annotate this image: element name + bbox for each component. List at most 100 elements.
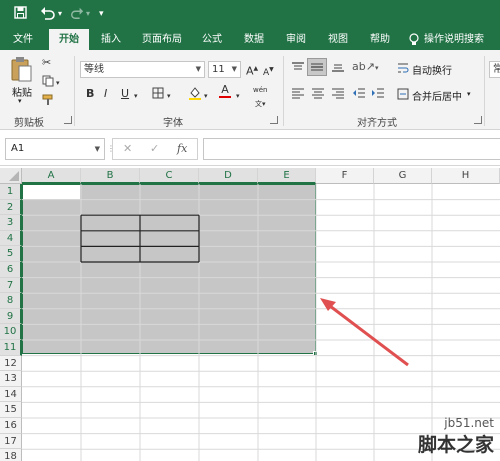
row-header-1[interactable]: 1 (0, 184, 22, 200)
font-name-select[interactable]: 等线 ▼ (80, 61, 205, 78)
row-header-2[interactable]: 2 (0, 199, 22, 216)
row-header-6[interactable]: 6 (0, 262, 22, 278)
row-header-5[interactable]: 5 (0, 246, 22, 262)
redo-icon[interactable] (70, 6, 84, 24)
orientation-icon[interactable]: ab↗▾ (352, 60, 378, 73)
tell-me-search[interactable]: 操作说明搜索 (424, 29, 500, 50)
phonetic-button[interactable]: wén 文▾ (253, 83, 267, 111)
row-header-14[interactable]: 14 (0, 386, 22, 403)
watermark-name: 脚本之家 (417, 434, 494, 456)
divider (283, 56, 284, 126)
alignment-launcher-icon[interactable] (474, 116, 482, 124)
font-color-dropdown-icon[interactable]: ▾ (236, 89, 240, 103)
copy-dropdown-icon[interactable]: ▾ (56, 76, 60, 90)
paste-icon[interactable] (10, 56, 32, 85)
cancel-icon[interactable]: ✕ (123, 142, 132, 155)
bold-button[interactable]: B (86, 87, 94, 101)
fill-color-icon[interactable] (188, 86, 202, 104)
row-header-15[interactable]: 15 (0, 402, 22, 418)
row-header-3[interactable]: 3 (0, 215, 22, 231)
format-painter-icon[interactable] (42, 94, 54, 110)
save-icon[interactable] (14, 6, 27, 23)
align-center-icon[interactable] (311, 87, 325, 102)
chevron-down-icon: ▼ (195, 65, 201, 73)
row-header-8[interactable]: 8 (0, 293, 22, 309)
tab-help[interactable]: 帮助 (363, 29, 397, 50)
fill-handle[interactable] (313, 351, 318, 356)
column-header-b[interactable]: B (81, 168, 140, 184)
increase-font-size-button[interactable]: A▲ (246, 62, 258, 79)
clipboard-launcher-icon[interactable] (64, 116, 72, 124)
tab-review[interactable]: 审阅 (279, 29, 313, 50)
column-header-h[interactable]: H (432, 168, 500, 184)
borders-dropdown-icon[interactable]: ▾ (167, 89, 171, 103)
wrap-text-button[interactable]: 自动换行 (412, 62, 452, 77)
phonetic-label: wén (253, 86, 268, 94)
borders-icon[interactable] (152, 87, 164, 103)
enter-icon[interactable]: ✓ (150, 142, 159, 155)
top-align-icon[interactable] (291, 61, 305, 76)
selection-range[interactable] (22, 184, 316, 354)
merge-center-button[interactable]: 合并后居中 (412, 88, 462, 103)
number-format-select[interactable]: 常 (489, 61, 500, 78)
increase-indent-icon[interactable] (371, 87, 385, 102)
watermark: jb51.net 脚本之家 (418, 416, 494, 457)
middle-align-icon[interactable] (307, 58, 327, 76)
row-header-7[interactable]: 7 (0, 277, 22, 294)
column-header-a[interactable]: A (22, 168, 81, 184)
row-header-17[interactable]: 17 (0, 433, 22, 450)
underline-dropdown-icon[interactable]: ▾ (134, 89, 138, 103)
tab-page-layout[interactable]: 页面布局 (136, 29, 188, 50)
row-header-16[interactable]: 16 (0, 418, 22, 434)
name-box[interactable]: A1 ▼ (5, 138, 105, 160)
font-size-select[interactable]: 11 ▼ (208, 61, 241, 78)
row-header-13[interactable]: 13 (0, 371, 22, 387)
align-right-icon[interactable] (331, 87, 345, 102)
undo-dropdown-icon[interactable]: ▾ (58, 6, 62, 22)
paste-label[interactable]: 粘贴 (12, 84, 32, 99)
active-cell[interactable] (23, 185, 80, 199)
row-header-12[interactable]: 12 (0, 355, 22, 372)
tab-view[interactable]: 视图 (321, 29, 355, 50)
decrease-indent-icon[interactable] (352, 87, 366, 102)
undo-icon[interactable] (40, 6, 56, 24)
row-header-18[interactable]: 18 (0, 449, 22, 461)
row-header-10[interactable]: 10 (0, 324, 22, 340)
font-group-label: 字体 (163, 118, 183, 129)
formula-input[interactable] (203, 138, 500, 160)
bottom-align-icon[interactable] (331, 61, 345, 76)
grow-letter: A (246, 64, 254, 78)
customize-icon[interactable]: ▾ (99, 6, 104, 22)
italic-button[interactable]: I (104, 87, 107, 101)
tab-data[interactable]: 数据 (237, 29, 271, 50)
fill-color-dropdown-icon[interactable]: ▾ (204, 89, 208, 103)
font-launcher-icon[interactable] (270, 116, 278, 124)
tab-home[interactable]: 开始 (49, 29, 89, 50)
annotation-arrow-head (320, 298, 336, 311)
decrease-font-size-button[interactable]: A▼ (263, 63, 274, 80)
column-header-f[interactable]: F (316, 168, 374, 184)
row-header-11[interactable]: 11 (0, 340, 22, 356)
column-header-d[interactable]: D (199, 168, 258, 184)
column-header-c[interactable]: C (140, 168, 199, 184)
tab-formulas[interactable]: 公式 (195, 29, 229, 50)
align-left-icon[interactable] (291, 87, 305, 102)
font-color-button[interactable]: A (219, 84, 231, 98)
copy-icon[interactable] (42, 75, 54, 91)
tab-file[interactable]: 文件 (4, 29, 42, 50)
redo-dropdown-icon[interactable]: ▾ (86, 6, 90, 22)
select-all-corner[interactable] (0, 168, 22, 184)
tab-insert[interactable]: 插入 (94, 29, 128, 50)
clipboard-group-label: 剪贴板 (14, 118, 44, 129)
cut-icon[interactable]: ✂ (42, 56, 51, 70)
merge-dropdown-icon[interactable]: ▾ (467, 90, 471, 98)
row-header-4[interactable]: 4 (0, 230, 22, 247)
column-header-g[interactable]: G (374, 168, 432, 184)
underline-button[interactable]: U (121, 87, 129, 101)
column-header-e[interactable]: E (258, 168, 316, 184)
insert-function-icon[interactable]: fx (177, 142, 187, 155)
wrap-text-icon[interactable] (397, 62, 409, 77)
row-header-9[interactable]: 9 (0, 308, 22, 325)
paste-dropdown-icon[interactable]: ▾ (18, 97, 22, 105)
merge-center-icon[interactable] (397, 88, 409, 103)
